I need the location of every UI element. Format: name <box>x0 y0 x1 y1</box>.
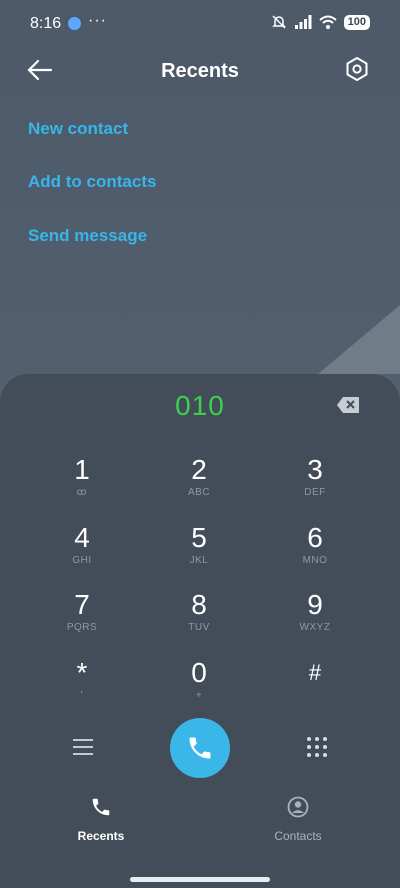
battery-icon: 100 <box>343 14 370 30</box>
key-digit: # <box>308 660 322 685</box>
dial-key-8[interactable]: 8 TUV <box>149 589 249 647</box>
dial-key-0[interactable]: 0 + <box>149 657 249 715</box>
new-contact-button[interactable]: New contact <box>28 119 128 139</box>
wifi-icon <box>318 15 337 29</box>
status-icons: 100 <box>271 14 370 30</box>
key-digit: 3 <box>307 454 323 485</box>
key-letters: ' <box>80 690 84 701</box>
mute-icon <box>271 15 286 29</box>
voicemail-icon: ꝏ <box>76 487 88 498</box>
signal-icon <box>294 15 312 29</box>
key-letters: PQRS <box>66 622 98 633</box>
dial-key-7[interactable]: 7 PQRS <box>32 589 132 647</box>
nav-tab-contacts[interactable]: Contacts <box>243 796 353 843</box>
dial-key-hash[interactable]: # <box>265 657 365 715</box>
dial-key-3[interactable]: 3 DEF <box>265 454 365 512</box>
dial-key-9[interactable]: 9 WXYZ <box>265 589 365 647</box>
key-letters: WXYZ <box>299 622 331 633</box>
settings-gear-icon[interactable] <box>344 56 370 82</box>
call-button[interactable] <box>170 718 230 778</box>
nav-tab-recents[interactable]: Recents <box>46 796 156 843</box>
key-digit: 7 <box>74 589 90 620</box>
app-header: Recents <box>0 48 400 92</box>
phone-recents-icon <box>92 798 110 816</box>
key-letters: GHI <box>72 555 92 566</box>
send-message-button[interactable]: Send message <box>28 226 147 246</box>
key-letters: TUV <box>188 622 210 633</box>
status-bar: 8:16 ··· 100 <box>0 0 400 48</box>
notification-app-icon <box>68 17 81 30</box>
dial-key-5[interactable]: 5 JKL <box>149 522 249 580</box>
key-digit: 9 <box>307 589 323 620</box>
dialpad-toggle-icon[interactable] <box>306 736 328 758</box>
key-letters: ABC <box>187 487 211 498</box>
dial-key-1[interactable]: 1 ꝏ <box>32 454 132 512</box>
key-letters: DEF <box>304 487 326 498</box>
key-digit: * <box>76 657 88 688</box>
key-digit: 8 <box>191 589 207 620</box>
add-to-contacts-button[interactable]: Add to contacts <box>28 172 156 192</box>
dial-key-4[interactable]: 4 GHI <box>32 522 132 580</box>
backspace-icon[interactable] <box>336 396 360 414</box>
key-digit: 5 <box>191 522 207 553</box>
more-notifications-icon: ··· <box>88 12 107 29</box>
status-time: 8:16 <box>30 15 62 32</box>
key-digit: 2 <box>191 454 207 485</box>
nav-label: Recents <box>77 829 125 843</box>
key-digit: 4 <box>74 522 90 553</box>
dial-key-6[interactable]: 6 MNO <box>265 522 365 580</box>
key-digit: 1 <box>74 454 90 485</box>
page-title: Recents <box>161 60 239 82</box>
dial-key-2[interactable]: 2 ABC <box>149 454 249 512</box>
contacts-person-icon <box>287 796 309 818</box>
key-letters: MNO <box>302 555 328 566</box>
key-letters: JKL <box>189 555 209 566</box>
key-letters: + <box>195 690 203 701</box>
phone-icon <box>189 737 211 759</box>
key-digit: 6 <box>307 522 323 553</box>
dial-key-star[interactable]: * ' <box>32 657 132 715</box>
menu-icon[interactable] <box>72 738 94 756</box>
nav-label: Contacts <box>274 829 322 843</box>
key-digit: 0 <box>191 657 207 688</box>
dialpad-panel: 010 1 ꝏ 2 ABC 3 DEF 4 GHI 5 JKL 6 MNO 7 … <box>0 374 400 888</box>
home-indicator[interactable] <box>130 877 270 882</box>
